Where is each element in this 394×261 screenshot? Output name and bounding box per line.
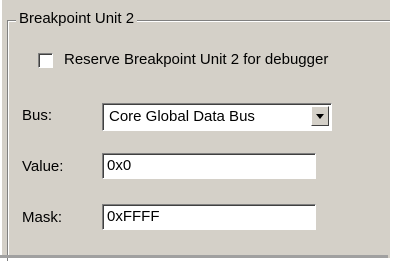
mask-input-text: 0xFFFF — [107, 208, 160, 225]
bus-select[interactable]: Core Global Data Bus — [102, 103, 332, 131]
dialog-panel: Breakpoint Unit 2 Reserve Breakpoint Uni… — [0, 0, 390, 261]
mask-label: Mask: — [22, 209, 63, 226]
chevron-down-icon — [316, 113, 324, 119]
bus-label: Bus: — [22, 107, 53, 124]
value-input-text: 0x0 — [107, 157, 132, 174]
group-title: Breakpoint Unit 2 — [16, 10, 138, 28]
bus-select-value: Core Global Data Bus — [109, 108, 255, 125]
value-input[interactable]: 0x0 — [102, 153, 316, 179]
reserve-checkbox-label[interactable]: Reserve Breakpoint Unit 2 for debugger — [64, 51, 328, 69]
reserve-checkbox[interactable] — [38, 53, 53, 68]
value-label: Value: — [22, 158, 64, 175]
mask-input[interactable]: 0xFFFF — [102, 204, 316, 230]
bus-dropdown-button[interactable] — [311, 106, 329, 126]
